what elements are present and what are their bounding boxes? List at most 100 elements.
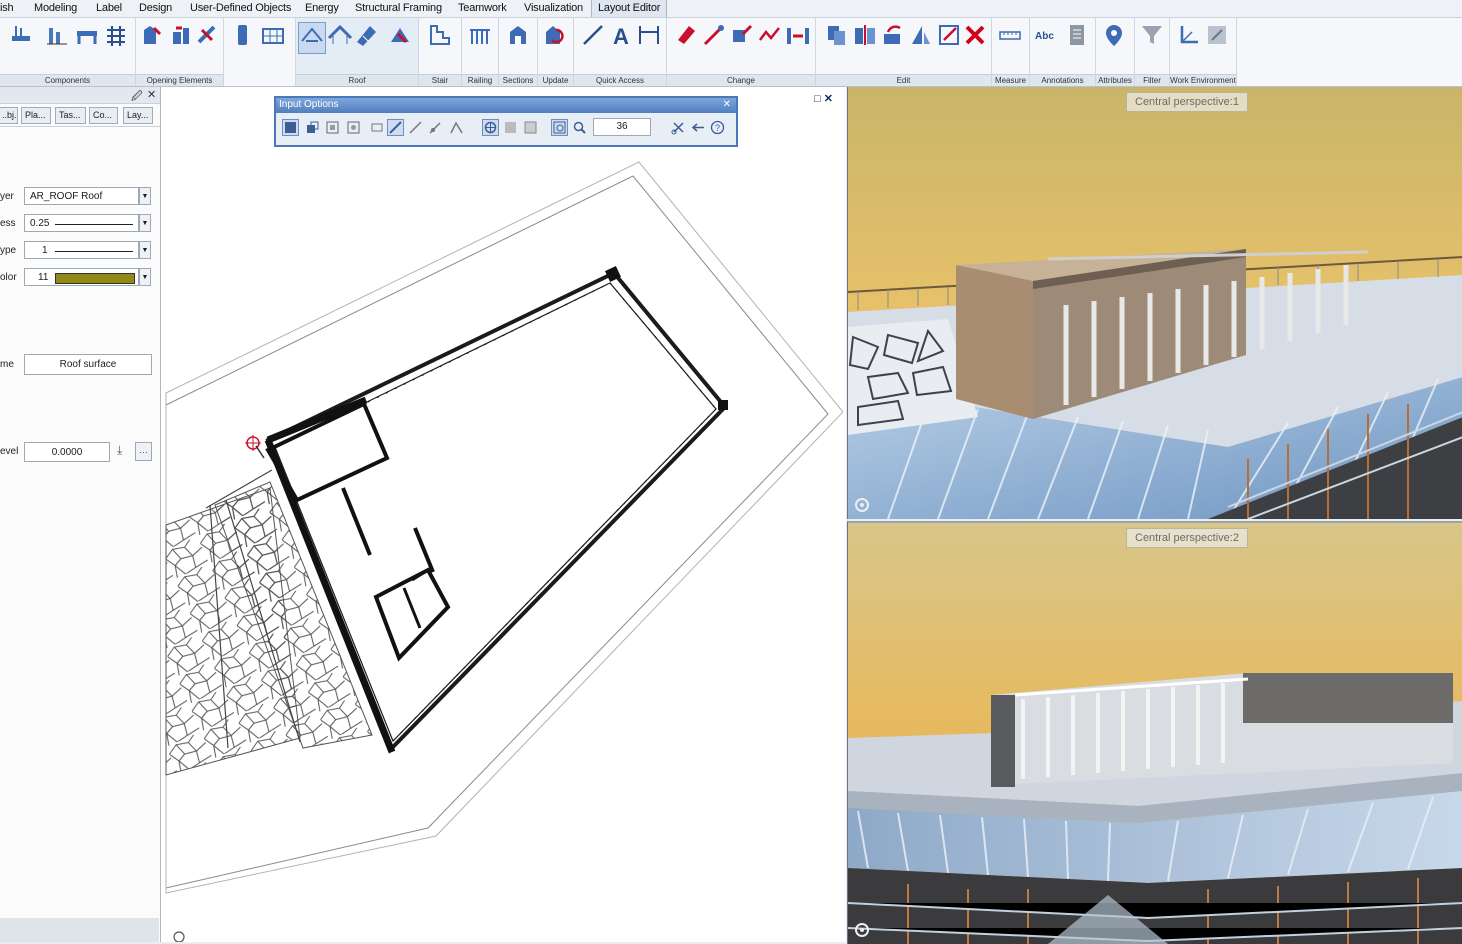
modify-points-icon[interactable] [936, 22, 962, 52]
close-viewport-icon[interactable]: ✕ [824, 93, 833, 105]
railing-icon[interactable] [467, 22, 493, 52]
arc-entry-icon[interactable] [448, 119, 465, 136]
eraser-icon[interactable] [673, 22, 699, 52]
navigation-wheel-icon[interactable] [854, 922, 870, 938]
palette-tab-layers[interactable]: Lay... [123, 107, 153, 124]
slab-tool-icon[interactable] [8, 22, 34, 52]
dormer-icon[interactable] [388, 22, 414, 52]
palette-tab-objects[interactable]: ..bj.. [0, 107, 18, 124]
mirror-icon[interactable] [852, 22, 878, 52]
wall-tool-icon[interactable] [230, 22, 256, 52]
roof-surface-icon[interactable] [298, 22, 326, 54]
plan-view-canvas[interactable] [161, 87, 846, 942]
tab-user-defined-objects[interactable]: User-Defined Objects [190, 0, 291, 17]
beam-tool-icon[interactable] [74, 22, 100, 52]
level-more-button[interactable]: … [135, 442, 152, 461]
door-opening-icon[interactable] [168, 22, 194, 52]
roof-covering-icon[interactable] [327, 22, 353, 52]
split-element-icon[interactable] [701, 22, 727, 52]
layer-field[interactable]: AR_ROOF Roof [24, 187, 139, 205]
annotation-list-icon[interactable] [1064, 22, 1090, 52]
modify-polyline-icon[interactable] [757, 22, 783, 52]
pen-thickness-dropdown-button[interactable]: ▼ [139, 214, 151, 232]
grid-tool-icon[interactable] [103, 22, 129, 52]
column-tool-icon[interactable] [44, 22, 70, 52]
tab-label[interactable]: Label [96, 0, 122, 17]
diagonal-line-icon[interactable] [407, 119, 424, 136]
zoom-icon[interactable] [571, 119, 588, 136]
stair-icon[interactable] [427, 22, 453, 52]
tab-design[interactable]: Design [139, 0, 172, 17]
undo-arrow-icon[interactable] [690, 119, 707, 136]
update-icon[interactable] [542, 22, 568, 52]
input-options-value-field[interactable]: 36 [593, 118, 651, 136]
line-tool-icon[interactable] [580, 22, 606, 52]
tab-layout-editor[interactable]: Layout Editor [591, 0, 668, 17]
line-type-dropdown-button[interactable]: ▼ [139, 241, 151, 259]
group-label-filter: Filter [1135, 74, 1169, 86]
input-options-title-bar[interactable]: Input Options ✕ [276, 98, 736, 113]
pen-thickness-field[interactable]: 0.25 [24, 214, 139, 232]
navigation-wheel-icon[interactable] [854, 497, 870, 513]
snap-point-icon[interactable] [482, 119, 499, 136]
name-field[interactable]: Roof surface [24, 354, 152, 375]
perspective-viewport-1[interactable]: Central perspective:1 [847, 87, 1462, 519]
zoom-region-icon[interactable] [551, 119, 568, 136]
attributes-icon[interactable] [1101, 22, 1127, 52]
help-icon[interactable]: ? [709, 119, 726, 136]
niche-opening-icon[interactable] [194, 22, 220, 52]
line-color-dropdown-button[interactable]: ▼ [139, 268, 151, 286]
group-components: Components [0, 18, 136, 86]
rectangle-entry-icon[interactable] [324, 119, 341, 136]
tab-modeling[interactable]: Modeling [34, 0, 77, 17]
line-entry-icon[interactable] [387, 119, 404, 136]
perspective-viewport-2[interactable]: Central perspective:2 [847, 521, 1462, 944]
tab-teamwork[interactable]: Teamwork [458, 0, 507, 17]
level-pick-icon[interactable]: ⤓ [117, 443, 122, 458]
line-color-field[interactable]: 11 [24, 268, 139, 286]
level-field[interactable]: 0.0000 [24, 442, 110, 462]
close-icon[interactable]: ✕ [147, 88, 156, 101]
reference-icon[interactable] [1204, 22, 1230, 52]
crosshair-cursor [245, 435, 265, 459]
group-label-quick-access: Quick Access [574, 74, 666, 86]
measure-icon[interactable] [997, 22, 1023, 52]
tab-finish[interactable]: ish [0, 0, 14, 17]
scissors-icon[interactable] [670, 119, 687, 136]
spell-check-icon[interactable]: Abc [1034, 22, 1060, 52]
palette-tab-tasks[interactable]: Tas... [55, 107, 86, 124]
svg-text:?: ? [715, 123, 720, 133]
tab-visualization[interactable]: Visualization [524, 0, 583, 17]
window-opening-icon[interactable] [140, 22, 166, 52]
filter-icon[interactable] [1139, 22, 1165, 52]
palette-tab-connect[interactable]: Co... [89, 107, 118, 124]
section-icon[interactable] [505, 22, 531, 52]
viewport-window-buttons: □ ✕ [814, 92, 833, 105]
layer-dropdown-button[interactable]: ▼ [139, 187, 151, 205]
input-options-close-icon[interactable]: ✕ [723, 98, 731, 112]
element-entry-icon[interactable] [304, 119, 321, 136]
scale-icon[interactable] [908, 22, 934, 52]
roof-plane-icon[interactable] [354, 22, 380, 52]
palette-tab-plans[interactable]: Pla... [21, 107, 51, 124]
delete-icon[interactable] [962, 22, 988, 52]
minus-icon[interactable] [369, 119, 386, 136]
line-type-label: ype [0, 245, 17, 256]
move-element-icon[interactable] [729, 22, 755, 52]
copy-icon[interactable] [824, 22, 850, 52]
tangent-line-icon[interactable] [427, 119, 444, 136]
coordinate-icon[interactable] [1176, 22, 1202, 52]
polygon-entry-icon[interactable] [282, 119, 299, 136]
snap-element-icon[interactable] [522, 119, 539, 136]
snap-grid-icon[interactable] [502, 119, 519, 136]
tab-energy[interactable]: Energy [305, 0, 339, 17]
line-type-field[interactable]: 1 [24, 241, 139, 259]
stretch-icon[interactable] [785, 22, 811, 52]
area-detection-icon[interactable] [345, 119, 362, 136]
text-tool-icon[interactable]: A [608, 22, 634, 52]
rotate-icon[interactable] [880, 22, 906, 52]
maximize-icon[interactable]: □ [814, 93, 821, 105]
dimension-line-icon[interactable] [636, 22, 662, 52]
grid-panel-icon[interactable] [260, 22, 286, 52]
tab-structural-framing[interactable]: Structural Framing [355, 0, 442, 17]
